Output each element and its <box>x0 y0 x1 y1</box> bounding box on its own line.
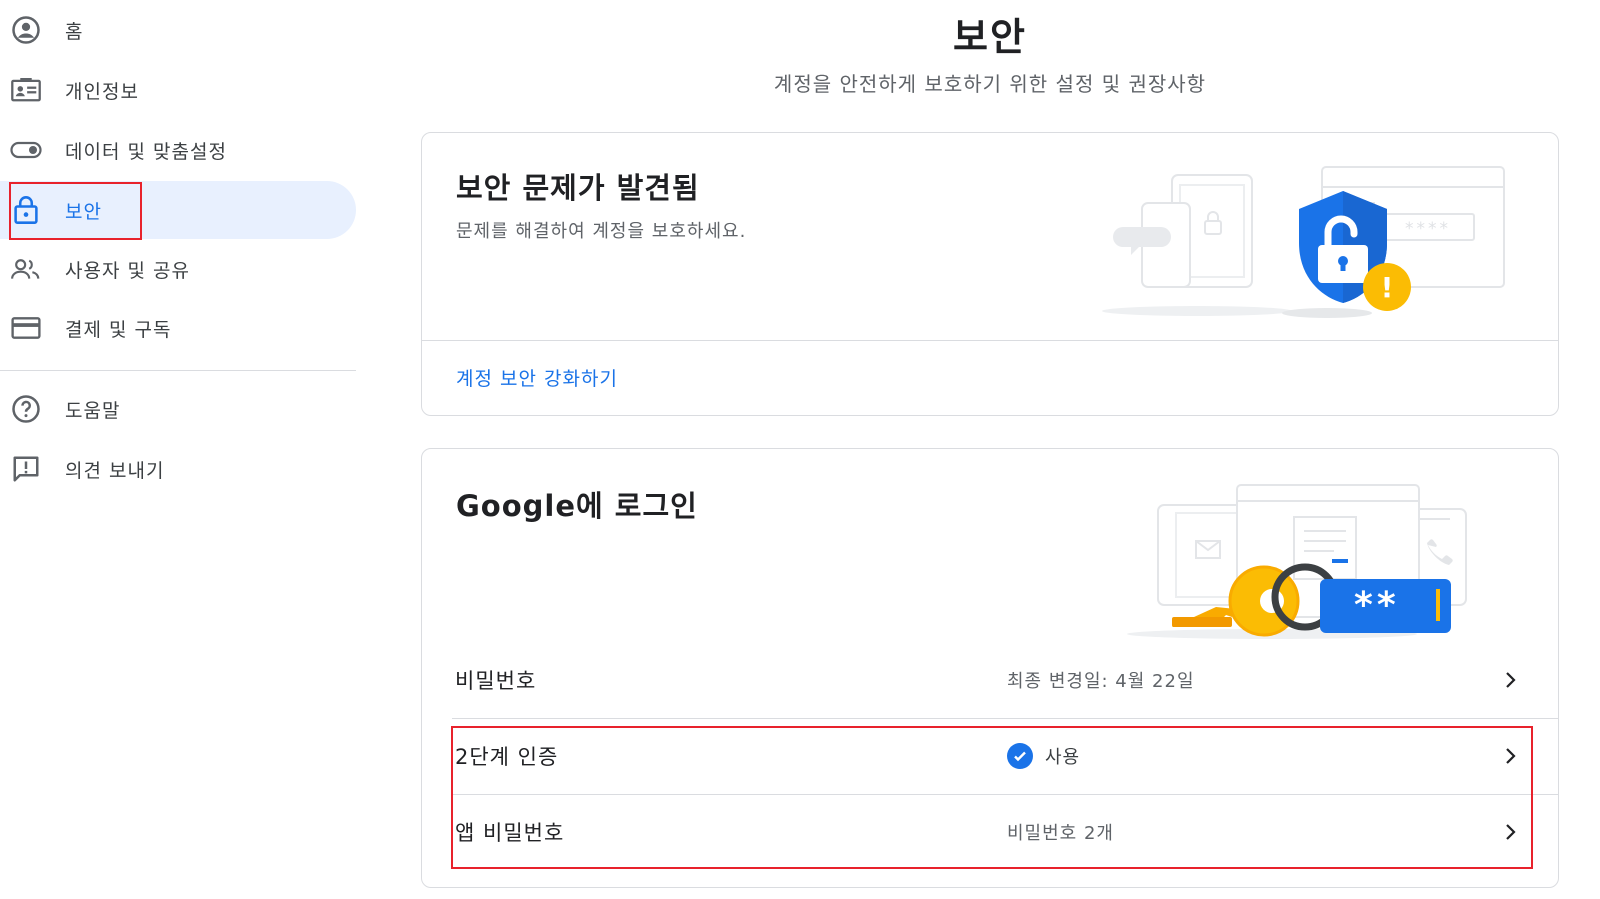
account-circle-icon <box>10 14 42 46</box>
sidebar-item-label: 홈 <box>65 20 84 43</box>
page-subtitle: 계정을 안전하게 보호하기 위한 설정 및 권장사항 <box>773 72 1207 96</box>
row-value-text: 비밀번호 2개 <box>1007 823 1114 844</box>
sidebar-item-label: 보안 <box>65 200 102 223</box>
sidebar-item-people-sharing[interactable]: 사용자 및 공유 <box>0 240 356 298</box>
signin-illustration: ** <box>1127 484 1467 639</box>
page-title: 보안 <box>953 15 1027 59</box>
sidebar-item-security[interactable]: 보안 <box>0 181 356 239</box>
row-value: 비밀번호 2개 <box>1007 819 1114 845</box>
sidebar-item-personal-info[interactable]: 개인정보 <box>0 61 356 119</box>
chevron-right-icon <box>1506 824 1516 840</box>
sidebar-item-label: 데이터 및 맞춤설정 <box>65 140 227 163</box>
row-value-text: 최종 변경일: 4월 22일 <box>1007 671 1195 692</box>
feedback-icon <box>10 453 42 485</box>
security-illustration: **** ! <box>1102 166 1505 318</box>
check-circle-icon <box>1007 743 1033 769</box>
signin-card: Google에 로그인 ** 비밀번호 최종 변경일: 4월 22일 2단계 인… <box>421 448 1559 888</box>
card-divider <box>422 340 1558 341</box>
sidebar-divider <box>0 370 356 371</box>
row-value: 사용 <box>1007 743 1080 769</box>
help-icon <box>10 393 42 425</box>
sidebar-item-label: 의견 보내기 <box>65 459 165 482</box>
password-row[interactable]: 비밀번호 최종 변경일: 4월 22일 <box>422 642 1558 718</box>
row-value-text: 사용 <box>1045 747 1081 768</box>
sidebar: 홈 개인정보 데이터 및 맞춤설정 보안 사용자 및 공유 결제 및 구독 도움… <box>0 0 360 899</box>
security-issues-card: 보안 문제가 발견됨 문제를 해결하여 계정을 보호하세요. **** ! 계정… <box>421 132 1559 416</box>
sidebar-item-help[interactable]: 도움말 <box>0 380 356 438</box>
secure-account-link[interactable]: 계정 보안 강화하기 <box>456 364 618 391</box>
people-icon <box>10 253 42 285</box>
password-mask-text: **** <box>1405 219 1451 239</box>
sidebar-item-label: 개인정보 <box>65 80 139 103</box>
card-title: Google에 로그인 <box>456 489 698 523</box>
sidebar-item-label: 결제 및 구독 <box>65 318 172 341</box>
card-title: 보안 문제가 발견됨 <box>456 171 700 205</box>
app-passwords-row[interactable]: 앱 비밀번호 비밀번호 2개 <box>422 794 1558 870</box>
sidebar-item-label: 사용자 및 공유 <box>65 259 190 282</box>
row-label: 비밀번호 <box>455 669 537 693</box>
lock-icon <box>10 194 42 226</box>
row-value: 최종 변경일: 4월 22일 <box>1007 667 1195 693</box>
password-mask-text: ** <box>1354 585 1400 626</box>
warning-glyph: ! <box>1381 271 1394 304</box>
toggle-icon <box>10 134 42 166</box>
two-step-verification-row[interactable]: 2단계 인증 사용 <box>422 718 1558 794</box>
credit-card-icon <box>10 312 42 344</box>
row-label: 앱 비밀번호 <box>455 821 565 845</box>
sidebar-item-home[interactable]: 홈 <box>0 1 356 59</box>
chevron-right-icon <box>1506 748 1516 764</box>
sidebar-item-data-personalization[interactable]: 데이터 및 맞춤설정 <box>0 121 356 179</box>
chevron-right-icon <box>1506 672 1516 688</box>
sidebar-item-payments[interactable]: 결제 및 구독 <box>0 299 356 357</box>
id-card-icon <box>10 74 42 106</box>
sidebar-item-label: 도움말 <box>65 399 121 422</box>
row-label: 2단계 인증 <box>455 745 559 769</box>
sidebar-item-feedback[interactable]: 의견 보내기 <box>0 440 356 498</box>
card-description: 문제를 해결하여 계정을 보호하세요. <box>456 221 747 242</box>
